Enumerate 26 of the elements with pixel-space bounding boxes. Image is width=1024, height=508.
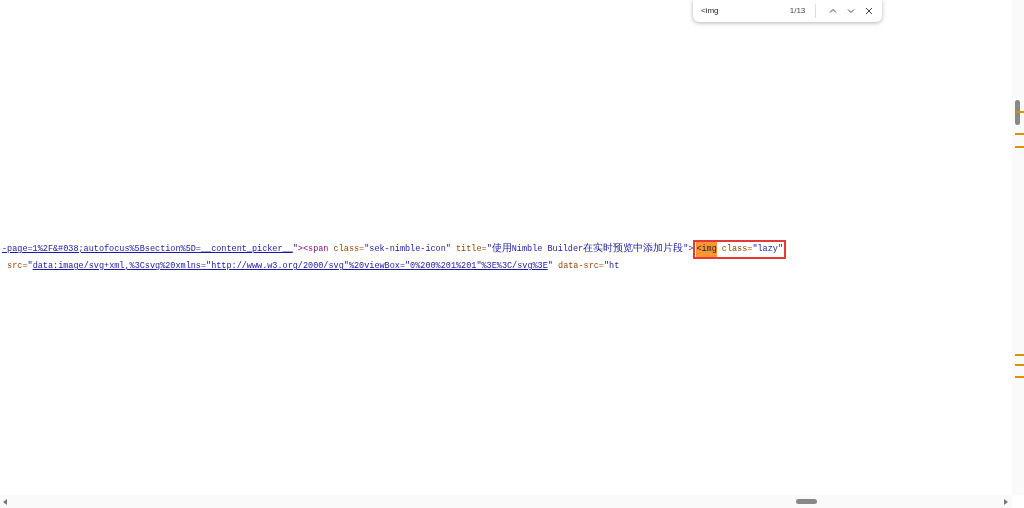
scrollbar-thumb[interactable] — [796, 499, 817, 504]
attribute-name: data-src= — [558, 261, 604, 271]
attribute-value: "lazy" — [752, 243, 783, 256]
match-count: 1/13 — [788, 5, 806, 17]
attribute-value: "sek-nimble-icon" — [364, 244, 451, 254]
tag-name: > — [688, 244, 694, 254]
chevron-down-icon — [847, 7, 855, 15]
attribute-value: " — [292, 244, 298, 254]
attribute-name: class= — [333, 244, 365, 254]
attribute-name: src= — [7, 261, 28, 271]
horizontal-scrollbar[interactable] — [0, 495, 1012, 508]
scrollbar-thumb[interactable] — [1015, 100, 1020, 125]
attribute-name: title= — [456, 244, 487, 254]
close-icon — [865, 7, 873, 15]
scroll-left-icon[interactable] — [3, 499, 7, 505]
attribute-name: class= — [721, 243, 753, 256]
source-link[interactable]: data:image/svg+xml,%3Csvg%20xmlns="http://www.w3.org/2000/svg"%20viewBox="0%200%201%201"%3E%3C/svg%3E — [32, 261, 548, 271]
tag-name: ><span — [297, 244, 329, 254]
vertical-scrollbar[interactable] — [1012, 0, 1024, 495]
attribute-value: "ht — [603, 261, 620, 271]
attribute-value: " — [27, 261, 33, 271]
source-link[interactable]: -page=1%2F&#038;autofocus%5Bsection%5D=__content_picker__ — [2, 244, 293, 254]
search-match: <img — [696, 242, 717, 257]
attribute-value: " — [547, 261, 553, 271]
scroll-right-icon[interactable] — [1004, 499, 1008, 505]
chevron-up-icon — [829, 7, 837, 15]
